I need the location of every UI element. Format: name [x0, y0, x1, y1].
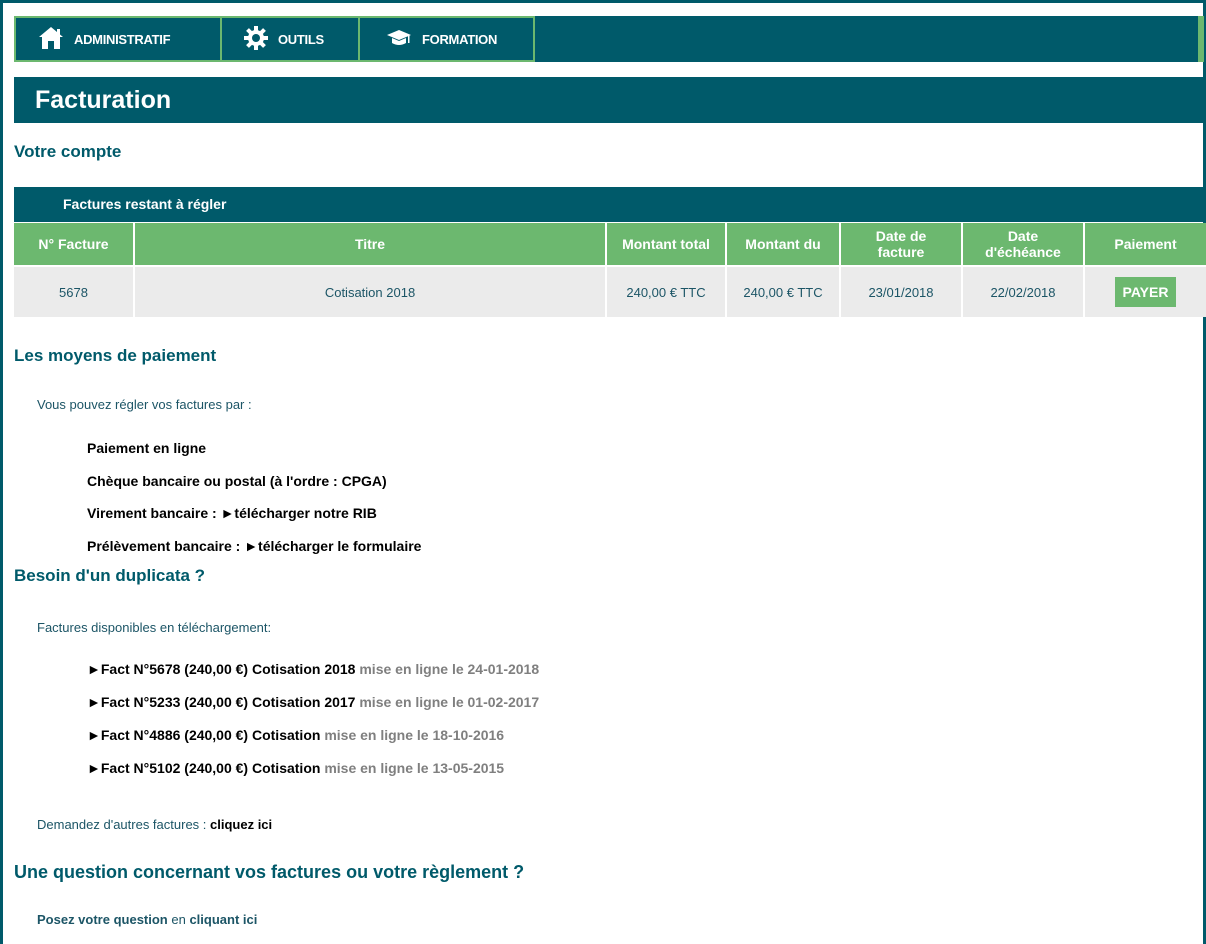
column-header: Montant total: [606, 223, 727, 266]
column-header: Paiement: [1084, 223, 1206, 266]
invoice-amount-due: 240,00 € TTC: [726, 265, 841, 317]
duplicates-heading: Besoin d'un duplicata ?: [14, 566, 206, 585]
payment-methods-intro: Vous pouvez régler vos factures par :: [37, 397, 252, 412]
payment-debit: Prélèvement bancaire : ►télécharger le f…: [87, 538, 421, 554]
question-line: Posez votre question en cliquant ici: [37, 912, 257, 927]
column-header: Date d'échéance: [962, 223, 1085, 266]
nav-label: FORMATION: [422, 31, 498, 47]
nav-item-formation[interactable]: FORMATION: [360, 18, 533, 60]
other-invoices-text: Demandez d'autres factures :: [37, 817, 211, 832]
invoice-download-link[interactable]: ►Fact N°5678 (240,00 €) Cotisation 2018: [87, 661, 355, 677]
home-icon: [38, 26, 64, 53]
download-form-link[interactable]: ►télécharger le formulaire: [244, 538, 421, 554]
gear-icon: [244, 25, 268, 53]
upload-date: mise en ligne le 13-05-2015: [320, 760, 505, 776]
payment-debit-label: Prélèvement bancaire :: [87, 538, 245, 554]
nav-item-outils[interactable]: OUTILS: [222, 18, 360, 60]
ask-question-link[interactable]: Posez votre question: [37, 912, 168, 927]
payment-online: Paiement en ligne: [87, 440, 207, 456]
question-heading: Une question concernant vos factures ou …: [14, 862, 525, 882]
nav-label: OUTILS: [278, 31, 324, 47]
column-header: Titre: [134, 223, 607, 266]
upload-date: mise en ligne le 01-02-2017: [355, 694, 540, 710]
upload-date: mise en ligne le 18-10-2016: [320, 727, 505, 743]
invoice-title: Cotisation 2018: [134, 265, 607, 317]
column-header: Montant du: [726, 223, 841, 266]
invoice-download-link[interactable]: ►Fact N°5102 (240,00 €) Cotisation: [87, 760, 320, 776]
nav-label: ADMINISTRATIF: [74, 31, 171, 47]
invoice-number: 5678: [14, 265, 135, 317]
invoice-deadline: 22/02/2018: [962, 265, 1085, 317]
payment-transfer-label: Virement bancaire :: [87, 505, 221, 521]
invoices-table: N° Facture Titre Montant total Montant d…: [14, 223, 1206, 317]
table-header-row: N° Facture Titre Montant total Montant d…: [14, 223, 1206, 266]
download-rib-link[interactable]: ►télécharger notre RIB: [221, 505, 377, 521]
list-item: ►Fact N°5233 (240,00 €) Cotisation 2017 …: [87, 694, 539, 710]
click-here-link[interactable]: cliquant ici: [189, 912, 257, 927]
nav-item-administratif[interactable]: ADMINISTRATIF: [16, 18, 222, 60]
payment-methods-heading: Les moyens de paiement: [14, 346, 217, 365]
payment-cheque: Chèque bancaire ou postal (à l'ordre : C…: [87, 473, 387, 489]
graduation-cap-icon: [386, 29, 412, 50]
other-invoices-link[interactable]: cliquez ici: [210, 817, 272, 832]
list-item: ►Fact N°4886 (240,00 €) Cotisation mise …: [87, 727, 504, 743]
invoice-date: 23/01/2018: [840, 265, 963, 317]
table-row: 5678 Cotisation 2018 240,00 € TTC 240,00…: [14, 265, 1206, 317]
list-item: ►Fact N°5678 (240,00 €) Cotisation 2018 …: [87, 661, 539, 677]
column-header: Date de facture: [840, 223, 963, 266]
upload-date: mise en ligne le 24-01-2018: [355, 661, 540, 677]
duplicates-intro: Factures disponibles en téléchargement:: [37, 620, 272, 635]
nav-menu: ADMINISTRATIF OUTILS FORMATION: [14, 16, 535, 62]
page-title: Facturation: [14, 77, 1206, 123]
invoice-total: 240,00 € TTC: [606, 265, 727, 317]
payment-cell: PAYER: [1084, 265, 1206, 317]
other-invoices: Demandez d'autres factures : cliquez ici: [37, 817, 272, 832]
question-middle: en: [167, 912, 190, 927]
pay-button[interactable]: PAYER: [1114, 277, 1177, 307]
column-header: N° Facture: [14, 223, 135, 266]
invoice-download-link[interactable]: ►Fact N°4886 (240,00 €) Cotisation: [87, 727, 320, 743]
account-heading: Votre compte: [14, 142, 122, 161]
invoices-due-heading: Factures restant à régler: [14, 187, 1206, 222]
list-item: ►Fact N°5102 (240,00 €) Cotisation mise …: [87, 760, 504, 776]
payment-transfer: Virement bancaire : ►télécharger notre R…: [87, 505, 377, 521]
invoice-download-link[interactable]: ►Fact N°5233 (240,00 €) Cotisation 2017: [87, 694, 355, 710]
page-frame: [0, 0, 1206, 944]
top-navigation: ADMINISTRATIF OUTILS FORMATION: [14, 16, 1204, 62]
